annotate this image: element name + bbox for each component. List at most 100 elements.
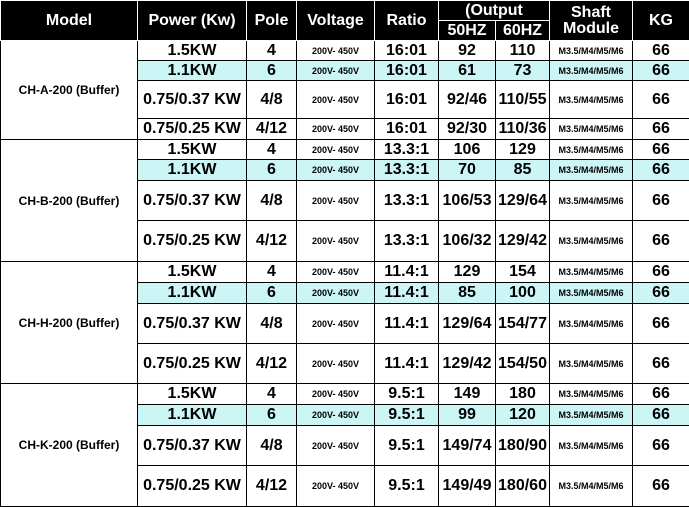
shaft-cell: M3.5/M4/M5/M6 — [550, 405, 633, 426]
kg-cell: 66 — [633, 304, 689, 344]
voltage-cell: 200V- 450V — [297, 466, 375, 507]
hz50-cell: 106/53 — [439, 181, 496, 221]
pole-cell: 6 — [247, 405, 297, 426]
hz60-cell: 129/42 — [496, 221, 550, 262]
header-shaft-line2: Module — [563, 20, 619, 37]
shaft-cell: M3.5/M4/M5/M6 — [550, 384, 633, 405]
ratio-cell: 11.4:1 — [375, 283, 439, 304]
voltage-cell: 200V- 450V — [297, 426, 375, 466]
power-cell: 1.1KW — [138, 160, 247, 181]
kg-cell: 66 — [633, 384, 689, 405]
ratio-cell: 13.3:1 — [375, 160, 439, 181]
voltage-cell: 200V- 450V — [297, 283, 375, 304]
shaft-cell: M3.5/M4/M5/M6 — [550, 160, 633, 181]
header-shaft-module: Shaft Module — [550, 1, 633, 41]
shaft-cell: M3.5/M4/M5/M6 — [550, 81, 633, 119]
pole-cell: 4/12 — [247, 221, 297, 262]
voltage-cell: 200V- 450V — [297, 160, 375, 181]
kg-cell: 66 — [633, 426, 689, 466]
hz50-cell: 92/30 — [439, 119, 496, 140]
ratio-cell: 11.4:1 — [375, 344, 439, 384]
ratio-cell: 13.3:1 — [375, 181, 439, 221]
hz60-cell: 154/50 — [496, 344, 550, 384]
ratio-cell: 16:01 — [375, 81, 439, 119]
table-row: CH-B-200 (Buffer)1.5KW4200V- 450V13.3:11… — [1, 140, 689, 160]
shaft-cell: M3.5/M4/M5/M6 — [550, 304, 633, 344]
hz50-cell: 92 — [439, 41, 496, 61]
hz50-cell: 106 — [439, 140, 496, 160]
hz50-cell: 129/64 — [439, 304, 496, 344]
header-50hz: 50HZ — [439, 21, 496, 41]
shaft-cell: M3.5/M4/M5/M6 — [550, 283, 633, 304]
header-pole: Pole — [247, 1, 297, 41]
hz60-cell: 110/36 — [496, 119, 550, 140]
shaft-cell: M3.5/M4/M5/M6 — [550, 181, 633, 221]
pole-cell: 4 — [247, 384, 297, 405]
hz60-cell: 180 — [496, 384, 550, 405]
hz60-cell: 120 — [496, 405, 550, 426]
voltage-cell: 200V- 450V — [297, 61, 375, 81]
kg-cell: 66 — [633, 41, 689, 61]
hz50-cell: 149/74 — [439, 426, 496, 466]
header-output: (Output — [439, 1, 550, 21]
ratio-cell: 16:01 — [375, 119, 439, 140]
hz50-cell: 61 — [439, 61, 496, 81]
ratio-cell: 16:01 — [375, 61, 439, 81]
table-row: CH-K-200 (Buffer)1.5KW4200V- 450V9.5:114… — [1, 384, 689, 405]
header-60hz: 60HZ — [496, 21, 550, 41]
power-cell: 0.75/0.37 KW — [138, 181, 247, 221]
pole-cell: 4/12 — [247, 119, 297, 140]
shaft-cell: M3.5/M4/M5/M6 — [550, 119, 633, 140]
pole-cell: 6 — [247, 160, 297, 181]
power-cell: 0.75/0.25 KW — [138, 466, 247, 507]
shaft-cell: M3.5/M4/M5/M6 — [550, 344, 633, 384]
ratio-cell: 9.5:1 — [375, 466, 439, 507]
header-kg: KG — [633, 1, 689, 41]
hz50-cell: 129 — [439, 262, 496, 283]
kg-cell: 66 — [633, 262, 689, 283]
pole-cell: 4 — [247, 140, 297, 160]
voltage-cell: 200V- 450V — [297, 81, 375, 119]
table-row: CH-A-200 (Buffer)1.5KW4200V- 450V16:0192… — [1, 41, 689, 61]
kg-cell: 66 — [633, 181, 689, 221]
header-row: Model Power (Kw) Pole Voltage Ratio (Out… — [1, 1, 689, 21]
kg-cell: 66 — [633, 140, 689, 160]
ratio-cell: 9.5:1 — [375, 426, 439, 466]
hz50-cell: 106/32 — [439, 221, 496, 262]
power-cell: 1.5KW — [138, 262, 247, 283]
kg-cell: 66 — [633, 221, 689, 262]
pole-cell: 4/8 — [247, 426, 297, 466]
ratio-cell: 16:01 — [375, 41, 439, 61]
power-cell: 1.5KW — [138, 384, 247, 405]
kg-cell: 66 — [633, 81, 689, 119]
power-cell: 0.75/0.25 KW — [138, 344, 247, 384]
ratio-cell: 13.3:1 — [375, 140, 439, 160]
hz60-cell: 110 — [496, 41, 550, 61]
hz60-cell: 85 — [496, 160, 550, 181]
pole-cell: 6 — [247, 61, 297, 81]
shaft-cell: M3.5/M4/M5/M6 — [550, 426, 633, 466]
ratio-cell: 9.5:1 — [375, 384, 439, 405]
voltage-cell: 200V- 450V — [297, 384, 375, 405]
voltage-cell: 200V- 450V — [297, 344, 375, 384]
voltage-cell: 200V- 450V — [297, 119, 375, 140]
ratio-cell: 11.4:1 — [375, 304, 439, 344]
kg-cell: 66 — [633, 61, 689, 81]
ratio-cell: 9.5:1 — [375, 405, 439, 426]
hz60-cell: 129/64 — [496, 181, 550, 221]
pole-cell: 4/8 — [247, 304, 297, 344]
pole-cell: 4/8 — [247, 181, 297, 221]
ratio-cell: 13.3:1 — [375, 221, 439, 262]
shaft-cell: M3.5/M4/M5/M6 — [550, 140, 633, 160]
pole-cell: 4/12 — [247, 344, 297, 384]
kg-cell: 66 — [633, 344, 689, 384]
hz50-cell: 149/49 — [439, 466, 496, 507]
header-model: Model — [1, 1, 138, 41]
header-shaft-line1: Shaft — [571, 4, 611, 21]
model-cell: CH-A-200 (Buffer) — [1, 41, 138, 140]
power-cell: 0.75/0.25 KW — [138, 119, 247, 140]
voltage-cell: 200V- 450V — [297, 181, 375, 221]
pole-cell: 4/8 — [247, 81, 297, 119]
hz60-cell: 73 — [496, 61, 550, 81]
hz50-cell: 70 — [439, 160, 496, 181]
